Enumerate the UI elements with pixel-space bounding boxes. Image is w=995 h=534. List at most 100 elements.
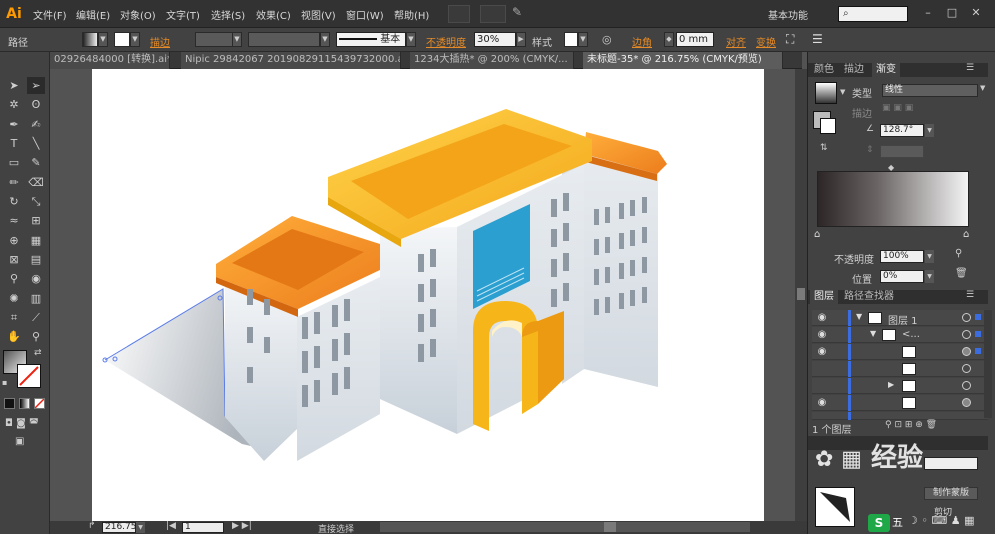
style-swatch[interactable]	[564, 32, 578, 47]
gradient-preview-swatch[interactable]	[815, 82, 837, 104]
transform-link[interactable]: 变换	[756, 34, 776, 49]
menu-select[interactable]: 选择(S)	[211, 7, 245, 22]
gradient-tool-icon[interactable]: ▤	[27, 251, 45, 268]
angle-input[interactable]: 128.7°	[880, 124, 924, 137]
direct-selection-tool-icon[interactable]: ➢	[27, 77, 45, 94]
fill-swatch[interactable]	[82, 32, 98, 47]
tab-pathfinder[interactable]: 路径查找器	[840, 290, 898, 304]
layer-row[interactable]	[812, 412, 988, 420]
color-stop-left[interactable]: ⌂	[814, 229, 820, 240]
eye-icon[interactable]: ◉	[816, 397, 828, 409]
align-link[interactable]: 对齐	[726, 34, 746, 49]
mesh-icon[interactable]: ⊠	[5, 251, 23, 268]
swap-colors-icon[interactable]: ⇄	[34, 348, 42, 358]
recolor-icon[interactable]: ◎	[602, 33, 612, 46]
layer-row[interactable]: ◉	[812, 344, 988, 360]
rectangle-tool-icon[interactable]: ▭	[5, 154, 23, 171]
corner-link[interactable]: 边角	[632, 34, 652, 49]
angle-dropdown[interactable]: ▼	[925, 124, 934, 137]
selection-indicator[interactable]	[975, 331, 981, 337]
tab-doc-1[interactable]: 02926484000 [转换].ai*	[50, 52, 170, 69]
free-transform-icon[interactable]: ⊞	[27, 212, 45, 229]
type-tool-icon[interactable]: T	[5, 135, 23, 152]
blend-icon[interactable]: ◉	[27, 270, 45, 287]
tab-doc-active[interactable]: 未标题-35* @ 216.75% (CMYK/预览)	[583, 52, 783, 69]
magic-wand-icon[interactable]: ✲	[5, 96, 23, 113]
target-circle[interactable]	[962, 313, 971, 322]
panel-menu-icon[interactable]: ☰	[812, 32, 823, 46]
stroke-swatch[interactable]	[114, 32, 130, 47]
history-icon[interactable]: ↱	[88, 521, 96, 531]
shape-builder-icon[interactable]: ⊕	[5, 232, 23, 249]
stroke-color-swatch[interactable]	[17, 364, 41, 388]
lasso-icon[interactable]: ʘ	[27, 96, 45, 113]
group-name[interactable]: <...	[902, 329, 920, 340]
minimize-icon[interactable]: –	[920, 6, 936, 20]
tab-layers[interactable]: 图层	[810, 290, 838, 304]
variable-width-field[interactable]	[248, 32, 320, 47]
search-input[interactable]: ⌕	[838, 6, 908, 22]
tab-doc-3[interactable]: 1234大插热* @ 200% (CMYK/...	[410, 52, 574, 69]
zoom-input[interactable]: 216.75	[102, 522, 137, 533]
layer-row[interactable]: ◉ ▼ 图层 1	[812, 310, 988, 327]
scale-icon[interactable]: ⤡	[27, 193, 45, 210]
layer-row[interactable]	[812, 361, 988, 377]
gradient-slider[interactable]	[817, 171, 969, 227]
gpu-icon[interactable]: ✎	[512, 5, 532, 23]
stroke-gradient-toggle[interactable]	[820, 118, 836, 134]
menu-help[interactable]: 帮助(H)	[394, 7, 429, 22]
close-icon[interactable]: ✕	[968, 6, 984, 20]
menu-file[interactable]: 文件(F)	[33, 7, 67, 22]
layer-row[interactable]: ▶	[812, 378, 988, 394]
delete-stop-icon[interactable]: 🗑	[955, 268, 968, 279]
eye-icon[interactable]: ◉	[816, 346, 828, 358]
menu-object[interactable]: 对象(O)	[120, 7, 156, 22]
layer-row[interactable]: ◉	[812, 395, 988, 411]
opacity-input[interactable]: 30%	[474, 32, 516, 47]
layer-name[interactable]: 图层 1	[888, 312, 918, 327]
eye-icon[interactable]: ◉	[816, 329, 828, 341]
building-illustration[interactable]	[92, 69, 764, 521]
layers-scrollbar[interactable]	[984, 310, 992, 418]
pencil-icon[interactable]: ✏	[5, 174, 23, 191]
stop-opacity-dropdown[interactable]: ▼	[925, 250, 934, 263]
variable-width-dropdown[interactable]: ▼	[320, 32, 330, 47]
opacity-dropdown[interactable]: ▶	[516, 32, 526, 47]
layer-row[interactable]: ◉ ▼ <...	[812, 327, 988, 343]
horizontal-scroll-thumb[interactable]	[604, 522, 616, 532]
graph-tool-icon[interactable]: ▥	[27, 290, 45, 307]
expand-icon[interactable]: ▼	[856, 312, 862, 321]
stroke-weight-dropdown[interactable]: ▼	[232, 32, 242, 47]
target-circle[interactable]	[962, 381, 971, 390]
corner-input[interactable]: 0 mm	[676, 32, 714, 47]
style-dropdown[interactable]: ▼	[578, 32, 588, 47]
pen-tool-icon[interactable]: ✒	[5, 116, 23, 133]
zoom-tool-icon[interactable]: ⚲	[27, 328, 45, 345]
horizontal-scrollbar[interactable]	[380, 522, 750, 532]
gradient-type-select[interactable]: 线性	[882, 84, 978, 97]
menu-type[interactable]: 文字(T)	[166, 7, 200, 22]
ime-mode[interactable]: 五	[892, 514, 903, 530]
perspective-icon[interactable]: ▦	[27, 232, 45, 249]
menu-view[interactable]: 视图(V)	[301, 7, 336, 22]
line-tool-icon[interactable]: ╲	[27, 135, 45, 152]
artboard-tool-icon[interactable]: ⌗	[5, 309, 23, 326]
selection-tool-icon[interactable]: ➤	[5, 77, 23, 94]
color-mode-icon[interactable]	[4, 398, 15, 409]
first-artboard-icon[interactable]: |◀	[166, 521, 176, 531]
eye-icon[interactable]: ◉	[816, 312, 828, 324]
stop-position-dropdown[interactable]: ▼	[925, 270, 934, 283]
type-dropdown-icon[interactable]: ▼	[980, 84, 985, 92]
tab-stroke[interactable]: 描边	[840, 63, 868, 77]
warp-icon[interactable]: ≈	[5, 212, 23, 229]
fill-dropdown[interactable]: ▼	[98, 32, 108, 47]
expand-icon[interactable]: ▶	[888, 380, 894, 389]
workspace-switcher[interactable]: 基本功能	[768, 7, 808, 22]
maximize-icon[interactable]: □	[944, 6, 960, 20]
artboard[interactable]	[92, 69, 764, 521]
menu-edit[interactable]: 编辑(E)	[76, 7, 110, 22]
screen-mode-icon[interactable]: ▣	[15, 436, 24, 447]
opacity-link[interactable]: 不透明度	[426, 34, 466, 49]
corner-stepper[interactable]: ◆	[664, 32, 674, 47]
expand-icon[interactable]: ▼	[870, 329, 876, 338]
